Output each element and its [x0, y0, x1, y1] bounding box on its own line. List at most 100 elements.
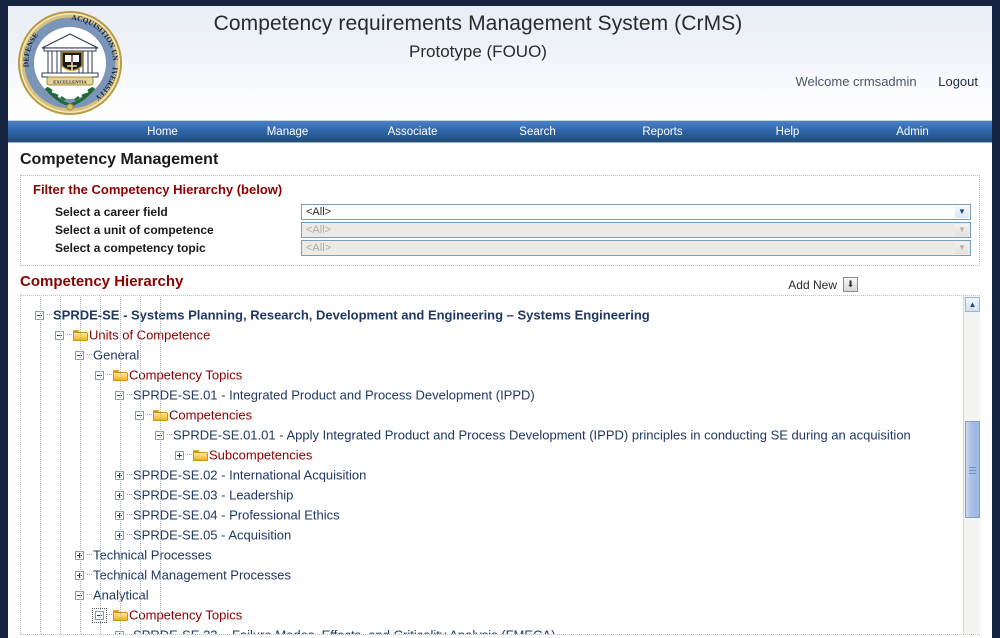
welcome-message: Welcome crmsadmin [795, 74, 917, 89]
filter-select-value: <All> [306, 224, 332, 236]
chevron-down-icon: ▼ [955, 242, 969, 254]
tree-node: SPRDE-SE - Systems Planning, Research, D… [21, 305, 963, 325]
filter-label: Select a unit of competence [55, 223, 214, 237]
add-new-control: Add New ⬇ [788, 277, 858, 292]
tree-node: SPRDE-SE.01.01 - Apply Integrated Produc… [21, 425, 963, 445]
competency-hierarchy-tree: SPRDE-SE - Systems Planning, Research, D… [20, 295, 980, 635]
tree-node-label[interactable]: Competency Topics [129, 368, 242, 383]
tree-connector [147, 414, 152, 416]
tree-node-label[interactable]: SPRDE-SE.01.01 - Apply Integrated Produc… [173, 428, 911, 443]
section-title: Competency Management [20, 151, 219, 168]
tree-connector [127, 394, 132, 396]
tree-node-label[interactable]: Competency Topics [129, 608, 242, 623]
tree-scroll-content: SPRDE-SE - Systems Planning, Research, D… [21, 296, 963, 634]
tree-node-label[interactable]: SPRDE-SE.01 - Integrated Product and Pro… [133, 388, 535, 403]
tree-connector [47, 314, 52, 316]
chevron-down-icon[interactable]: ▼ [955, 206, 969, 218]
tree-node-label[interactable]: SPRDE-SE.05 - Acquisition [133, 528, 291, 543]
tree-connector [127, 514, 132, 516]
application-window: ACQUISITION UN DEFENSE IVERSITY EXCELLEN… [0, 0, 1000, 638]
tree-connector [107, 374, 112, 376]
chevron-down-icon: ▼ [955, 224, 969, 236]
tree-connector [187, 454, 192, 456]
page-body: ACQUISITION UN DEFENSE IVERSITY EXCELLEN… [8, 6, 992, 638]
tree-node-label[interactable]: SPRDE-SE.03 - Leadership [133, 488, 293, 503]
tree-guide-line [60, 296, 61, 634]
expand-node-icon[interactable] [175, 451, 184, 461]
tree-node: Competency Topics [21, 605, 963, 625]
nav-item-admin[interactable]: Admin [850, 126, 975, 138]
filter-heading: Filter the Competency Hierarchy (below) [33, 182, 283, 197]
tree-node-label[interactable]: Technical Processes [93, 548, 212, 563]
tree-node-label[interactable]: Competencies [169, 408, 252, 423]
tree-node: Analytical [21, 585, 963, 605]
tree-node: Technical Management Processes [21, 565, 963, 585]
main-navigation: Home Manage Associate Search Reports Help Admi… [8, 121, 992, 143]
nav-item-search[interactable]: Search [475, 126, 600, 138]
tree-node: General [21, 345, 963, 365]
tree-node: Units of Competence [21, 325, 963, 345]
nav-item-help[interactable]: Help [725, 126, 850, 138]
tree-node-label[interactable]: SPRDE-SE - Systems Planning, Research, D… [53, 308, 650, 323]
tree-connector [87, 354, 92, 356]
tree-guide-line [80, 296, 81, 634]
tree-node-label[interactable]: Subcompetencies [209, 448, 312, 463]
svg-text:EXCELLENTIA: EXCELLENTIA [53, 80, 87, 85]
tree-connector [67, 334, 72, 336]
add-new-link[interactable]: Add New [788, 278, 837, 292]
filter-select-0[interactable]: <All> ▼ [301, 204, 971, 220]
masthead: ACQUISITION UN DEFENSE IVERSITY EXCELLEN… [8, 6, 992, 121]
filter-row: Select a career field <All> ▼ [29, 204, 971, 220]
hierarchy-heading: Competency Hierarchy [20, 273, 184, 290]
scrollbar-grip-icon [969, 467, 976, 474]
scrollbar-thumb[interactable] [965, 421, 980, 518]
tree-connector [167, 434, 172, 436]
filter-select-2: <All> ▼ [301, 240, 971, 256]
tree-connector [87, 594, 92, 596]
tree-connector [87, 554, 92, 556]
filter-label: Select a competency topic [55, 241, 206, 255]
nav-item-associate[interactable]: Associate [350, 126, 475, 138]
logout-link[interactable]: Logout [938, 74, 978, 89]
nav-item-home[interactable]: Home [100, 126, 225, 138]
scrollbar-up-arrow-icon[interactable]: ▲ [965, 297, 980, 312]
tree-node: Subcompetencies [21, 445, 963, 465]
filter-rows: Select a career field <All> ▼ Select a unit… [29, 204, 971, 256]
nav-item-manage[interactable]: Manage [225, 126, 350, 138]
hierarchy-header: Competency Hierarchy Add New ⬇ [20, 273, 980, 293]
tree-node-label[interactable]: SPRDE-SE.04 - Professional Ethics [133, 508, 340, 523]
tree-connector [87, 574, 92, 576]
dau-seal-logo: ACQUISITION UN DEFENSE IVERSITY EXCELLEN… [16, 8, 124, 118]
page-subtitle: Prototype (FOUO) [409, 42, 547, 61]
filter-row: Select a competency topic <All> ▼ [29, 240, 971, 256]
tree-node: SPRDE-SE.02 - International Acquisition [21, 465, 963, 485]
tree-node-label[interactable]: SPRDE-SE.02 - International Acquisition [133, 468, 366, 483]
tree-guide-line [100, 296, 101, 634]
tree-scrollbar[interactable]: ▲ [963, 296, 980, 634]
tree-node: Competency Topics [21, 365, 963, 385]
tree-node: SPRDE-SE.03 - Leadership [21, 485, 963, 505]
filter-select-1: <All> ▼ [301, 222, 971, 238]
download-arrow-icon[interactable]: ⬇ [843, 277, 858, 292]
filter-select-value: <All> [306, 242, 332, 254]
tree-node: Competencies [21, 405, 963, 425]
tree-node-label[interactable]: Units of Competence [89, 328, 210, 343]
tree-node: SPRDE-SE.01 - Integrated Product and Pro… [21, 385, 963, 405]
tree-connector [127, 534, 132, 536]
filter-row: Select a unit of competence <All> ▼ [29, 222, 971, 238]
tree-connector [127, 494, 132, 496]
tree-guide-line [40, 296, 41, 634]
tree-connector [127, 474, 132, 476]
tree-node: SPRDE-SE.22 – Failure Modes, Effects, an… [21, 625, 963, 634]
folder-icon [193, 449, 208, 461]
filter-select-value: <All> [306, 206, 332, 218]
nav-item-reports[interactable]: Reports [600, 126, 725, 138]
tree-node-label[interactable]: SPRDE-SE.22 – Failure Modes, Effects, an… [133, 628, 555, 634]
tree-node [21, 296, 963, 305]
title-block: Competency requirements Management Syste… [128, 12, 828, 62]
tree-guide-line [140, 296, 141, 634]
tree-node-label[interactable]: Technical Management Processes [93, 568, 291, 583]
tree-guide-line [120, 296, 121, 634]
tree-node: Technical Processes [21, 545, 963, 565]
filter-panel: Filter the Competency Hierarchy (below) … [20, 175, 980, 266]
